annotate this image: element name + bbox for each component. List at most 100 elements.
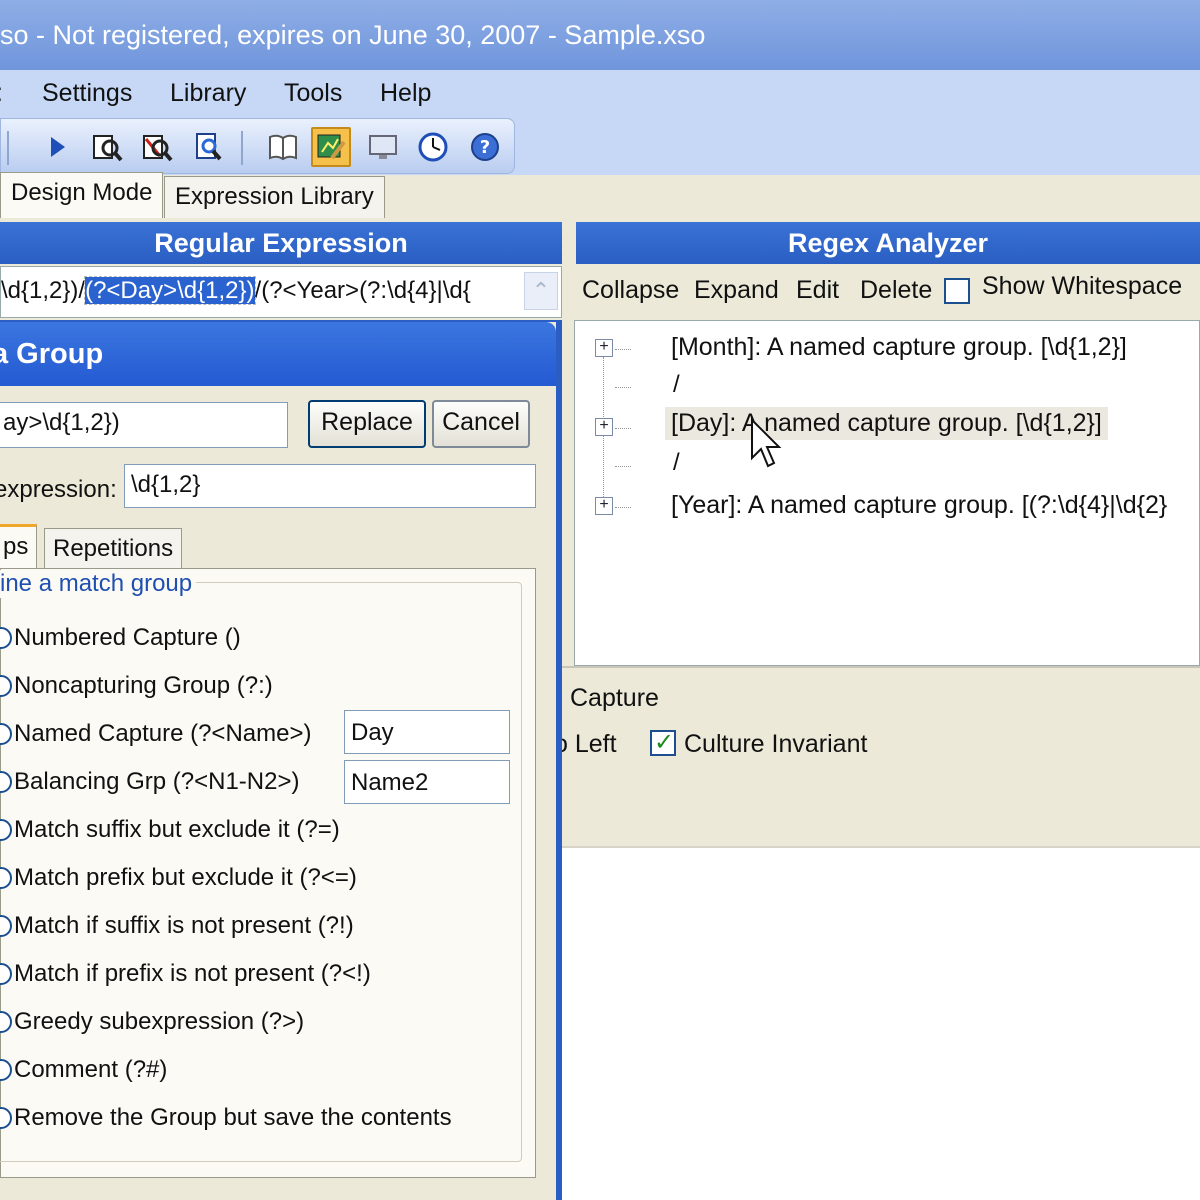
find-icon[interactable] <box>87 127 127 167</box>
radio-icon[interactable] <box>0 723 12 745</box>
expand-button[interactable]: Expand <box>694 276 779 305</box>
radio-icon[interactable] <box>0 1107 12 1129</box>
window-title: so - Not registered, expires on June 30,… <box>0 20 706 50</box>
radio-icon[interactable] <box>0 915 12 937</box>
find-replace-icon[interactable] <box>137 127 177 167</box>
radio-label: Balancing Grp (?<N1-N2>) <box>14 768 300 795</box>
group-value-field[interactable]: ay>\d{1,2}) <box>0 402 288 448</box>
culture-invariant-checkbox[interactable] <box>650 728 676 757</box>
tab-repetitions[interactable]: Repetitions <box>44 528 183 570</box>
radio-numbered-capture[interactable]: Numbered Capture () <box>0 624 241 652</box>
tree-node-month[interactable]: [Month]: A named capture group. [\d{1,2}… <box>671 333 1127 362</box>
document-search-icon[interactable] <box>189 127 229 167</box>
menu-item-library[interactable]: Library <box>170 79 246 108</box>
monitor-icon[interactable] <box>363 127 403 167</box>
menu-item-partial[interactable]: : <box>0 79 3 108</box>
options-area: Capture o Left Culture Invariant <box>554 666 1200 846</box>
radio-match-suffix-exclude[interactable]: Match suffix but exclude it (?=) <box>0 816 340 844</box>
regex-text-after: /(?<Year>(?:\d{4}|\d{ <box>254 277 471 304</box>
match-group-legend: ine a match group <box>0 570 197 598</box>
right-to-left-option-label[interactable]: o Left <box>554 730 617 759</box>
design-mode-icon[interactable] <box>311 127 351 167</box>
mouse-cursor-icon <box>751 418 782 468</box>
menu-bar: : Settings Library Tools Help <box>0 70 1200 120</box>
delete-button[interactable]: Delete <box>860 276 932 305</box>
radio-prefix-not-present[interactable]: Match if prefix is not present (?<!) <box>0 960 371 988</box>
regex-editor[interactable]: \d{1,2})/(?<Day>\d{1,2})/(?<Year>(?:\d{4… <box>0 266 562 318</box>
radio-icon[interactable] <box>0 963 12 985</box>
menu-item-tools[interactable]: Tools <box>284 79 342 108</box>
expand-plus-icon[interactable]: + <box>595 497 613 515</box>
tree-connector <box>615 428 631 429</box>
radio-noncapturing-group[interactable]: Noncapturing Group (?:) <box>0 672 273 700</box>
group-name-field[interactable]: Day <box>344 710 510 754</box>
replace-button[interactable]: Replace <box>308 400 426 448</box>
radio-named-capture[interactable]: Named Capture (?<Name>) <box>0 720 311 748</box>
cancel-button[interactable]: Cancel <box>432 400 530 448</box>
tree-node-literal[interactable]: / <box>673 371 680 399</box>
toolbar: ? <box>0 118 515 174</box>
group-name2-field[interactable]: Name2 <box>344 760 510 804</box>
show-whitespace-checkbox[interactable] <box>944 278 970 304</box>
radio-label: Match if suffix is not present (?!) <box>14 912 354 939</box>
svg-text:?: ? <box>480 137 490 158</box>
tree-node-year[interactable]: [Year]: A named capture group. [(?:\d{4}… <box>671 491 1167 520</box>
tab-groups[interactable]: ps <box>0 524 38 570</box>
radio-label: Noncapturing Group (?:) <box>14 672 273 699</box>
tab-expression-library[interactable]: Expression Library <box>164 176 385 218</box>
analyzer-tree: + [Month]: A named capture group. [\d{1,… <box>574 320 1200 666</box>
tree-node-literal[interactable]: / <box>673 449 680 477</box>
menu-item-help[interactable]: Help <box>380 79 431 108</box>
collapse-button[interactable]: Collapse <box>582 276 679 305</box>
radio-remove-group[interactable]: Remove the Group but save the contents <box>0 1104 452 1132</box>
radio-label: Comment (?#) <box>14 1056 168 1083</box>
radio-icon[interactable] <box>0 675 12 697</box>
radio-label: Match suffix but exclude it (?=) <box>14 816 340 843</box>
dialog-title: a Group <box>0 338 104 370</box>
show-whitespace-label: Show Whitespace <box>982 272 1183 300</box>
expression-field[interactable]: \d{1,2} <box>124 464 536 508</box>
analyzer-header: Regex Analyzer <box>576 222 1200 264</box>
scroll-up-icon[interactable]: ⌃ <box>524 272 558 310</box>
title-bar: so - Not registered, expires on June 30,… <box>0 0 1200 70</box>
book-icon[interactable] <box>263 127 303 167</box>
radio-label: Match prefix but exclude it (?<=) <box>14 864 357 891</box>
dialog-title-bar: a Group <box>0 322 556 386</box>
regex-text-before: \d{1,2})/ <box>1 277 86 304</box>
clock-icon[interactable] <box>413 127 453 167</box>
radio-label: Remove the Group but save the contents <box>14 1104 452 1131</box>
toolbar-separator <box>7 131 9 165</box>
radio-icon[interactable] <box>0 1059 12 1081</box>
tree-connector <box>615 387 631 388</box>
radio-icon[interactable] <box>0 1011 12 1033</box>
radio-suffix-not-present[interactable]: Match if suffix is not present (?!) <box>0 912 354 940</box>
expression-label: expression: <box>0 476 117 503</box>
radio-icon[interactable] <box>0 867 12 889</box>
edit-button[interactable]: Edit <box>796 276 839 305</box>
regex-panel-header: Regular Expression <box>0 222 562 264</box>
analyzer-toolbar: Collapse Expand Edit Delete Show Whitesp… <box>574 266 1200 318</box>
radio-label: Named Capture (?<Name>) <box>14 720 312 747</box>
expand-plus-icon[interactable]: + <box>595 418 613 436</box>
capture-option-label[interactable]: Capture <box>570 684 659 713</box>
radio-comment[interactable]: Comment (?#) <box>0 1056 167 1084</box>
tree-node-day[interactable]: [Day]: A named capture group. [\d{1,2}] <box>665 407 1108 440</box>
radio-greedy-subexpression[interactable]: Greedy subexpression (?>) <box>0 1008 304 1036</box>
regex-selection: (?<Day>\d{1,2}) <box>84 276 256 305</box>
toolbar-separator <box>241 131 243 165</box>
radio-balancing-group[interactable]: Balancing Grp (?<N1-N2>) <box>0 768 299 796</box>
radio-match-prefix-exclude[interactable]: Match prefix but exclude it (?<=) <box>0 864 357 892</box>
results-area <box>560 846 1200 1200</box>
help-icon[interactable]: ? <box>465 127 505 167</box>
tab-design-mode[interactable]: Design Mode <box>0 172 164 218</box>
radio-label: Match if prefix is not present (?<!) <box>14 960 371 987</box>
radio-icon[interactable] <box>0 819 12 841</box>
play-icon[interactable] <box>37 127 77 167</box>
radio-label: Greedy subexpression (?>) <box>14 1008 305 1035</box>
radio-icon[interactable] <box>0 627 12 649</box>
expand-plus-icon[interactable]: + <box>595 339 613 357</box>
menu-item-settings[interactable]: Settings <box>42 79 132 108</box>
radio-icon[interactable] <box>0 771 12 793</box>
radio-label: Numbered Capture () <box>14 624 241 651</box>
tree-connector <box>615 466 631 467</box>
